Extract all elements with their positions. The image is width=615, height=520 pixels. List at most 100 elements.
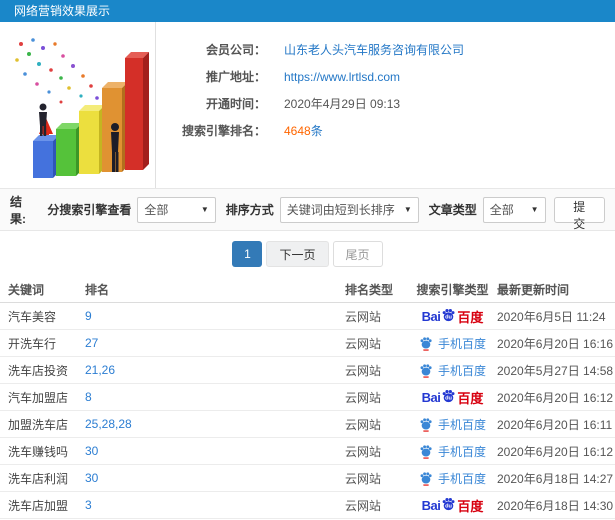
- time-cell: 2020年6月18日 14:27: [497, 471, 614, 486]
- submit-button[interactable]: 提交: [553, 196, 605, 231]
- baidu-bai-text: Bai: [421, 497, 441, 513]
- rank-type-cell: 云网站: [345, 498, 382, 513]
- baidu-mobile-label: 手机百度: [437, 336, 486, 351]
- rank-cell: 30: [85, 444, 345, 458]
- bar-chart-illustration-svg: [14, 38, 149, 178]
- keyword-cell: 汽车加盟店: [8, 390, 69, 405]
- baidu-text: 百度: [457, 498, 484, 514]
- rank-cell: 9: [85, 309, 345, 323]
- baidu-pc-logo: Bai du 百度: [422, 307, 484, 326]
- rank-cell: 8: [85, 390, 345, 404]
- last-page-button[interactable]: 尾页: [332, 241, 383, 267]
- next-page-button[interactable]: 下一页: [266, 241, 329, 267]
- engine-cell: 手机百度: [410, 470, 495, 487]
- rank-link[interactable]: 30: [85, 471, 98, 485]
- engine-rank-value: 4648条: [284, 122, 323, 139]
- table-row: 加盟洗车店 25,28,28 云网站 手机百度 2020年6月20日 16:11: [0, 411, 615, 438]
- rank-type-cell: 云网站: [345, 444, 382, 459]
- baidu-mobile-logo: 手机百度: [419, 470, 486, 487]
- baidu-mobile-paw-icon: [420, 363, 432, 378]
- svg-text:du: du: [445, 314, 452, 320]
- rank-link[interactable]: 27: [85, 336, 98, 350]
- rank-type-cell: 云网站: [345, 471, 382, 486]
- table-row: 开洗车行 27 云网站 手机百度 2020年6月20日 16:16: [0, 330, 615, 357]
- rank-type-cell: 云网站: [345, 390, 382, 405]
- header-keyword: 关键词: [8, 283, 45, 297]
- header-update-time: 最新更新时间: [497, 283, 570, 297]
- page-header: 网络营销效果展示: [0, 0, 615, 22]
- rank-link[interactable]: 30: [85, 444, 98, 458]
- baidu-mobile-logo: 手机百度: [419, 443, 486, 460]
- chevron-down-icon: ▼: [403, 205, 412, 214]
- engine-cell: 手机百度: [410, 416, 495, 433]
- header-rank-type: 排名类型: [345, 283, 394, 297]
- rank-cell: 3: [85, 498, 345, 512]
- baidu-mobile-logo: 手机百度: [419, 362, 486, 379]
- rank-cell: 25,28,28: [85, 417, 345, 431]
- keyword-cell: 洗车赚钱吗: [8, 444, 69, 459]
- open-time-value: 2020年4月29日 09:13: [284, 97, 401, 111]
- table-body: 汽车美容 9 云网站 Bai du 百度 2020年6月5日 11:24 开洗车…: [0, 303, 615, 519]
- sort-filter-label: 排序方式: [225, 203, 274, 217]
- sort-select[interactable]: 关键词由短到长排序 ▼: [279, 196, 419, 223]
- engine-rank-label: 搜索引擎排名：: [181, 124, 266, 138]
- rank-link[interactable]: 25,28,28: [85, 417, 132, 431]
- time-cell: 2020年6月5日 11:24: [497, 309, 606, 324]
- rank-unit: 条: [310, 124, 323, 138]
- info-row-engine-rank: 搜索引擎排名： 4648条: [156, 117, 615, 144]
- baidu-bai-text: Bai: [421, 308, 441, 324]
- baidu-mobile-label: 手机百度: [437, 417, 486, 432]
- keyword-cell: 洗车店加盟: [8, 498, 69, 513]
- results-table: 关键词 排名 排名类型 搜索引擎类型 最新更新时间 汽车美容 9 云网站 Bai…: [0, 277, 615, 519]
- rank-link[interactable]: 3: [85, 498, 92, 512]
- page-1-button[interactable]: 1: [232, 241, 263, 267]
- engine-select[interactable]: 全部 ▼: [137, 196, 216, 223]
- table-row: 汽车美容 9 云网站 Bai du 百度 2020年6月5日 11:24: [0, 303, 615, 330]
- table-row: 洗车店利润 30 云网站 手机百度 2020年6月18日 14:27: [0, 465, 615, 492]
- time-cell: 2020年6月20日 16:11: [497, 417, 613, 432]
- keyword-cell: 加盟洗车店: [8, 417, 69, 432]
- pagination: 1 下一页 尾页: [0, 231, 615, 277]
- time-cell: 2020年6月20日 16:12: [497, 390, 614, 405]
- baidu-paw-icon: du: [443, 389, 455, 402]
- rank-count: 4648: [284, 124, 311, 138]
- open-time-label: 开通时间：: [205, 97, 266, 111]
- baidu-mobile-paw-icon: [420, 471, 432, 486]
- promo-url-link[interactable]: https://www.lrtlsd.com: [284, 70, 400, 84]
- engine-filter-label: 分搜索引擎查看: [47, 203, 132, 217]
- company-link[interactable]: 山东老人头汽车服务咨询有限公司: [284, 41, 464, 58]
- article-type-select-value: 全部: [489, 203, 514, 217]
- baidu-mobile-paw-icon: [420, 444, 432, 459]
- rank-link[interactable]: 21,26: [85, 363, 115, 377]
- time-cell: 2020年6月18日 14:30: [497, 498, 614, 513]
- keyword-cell: 开洗车行: [8, 336, 57, 351]
- header-engine-type: 搜索引擎类型: [416, 283, 489, 297]
- engine-cell: Bai du 百度: [410, 496, 495, 515]
- article-type-select[interactable]: 全部 ▼: [482, 196, 546, 223]
- rank-type-cell: 云网站: [345, 309, 382, 324]
- svg-text:du: du: [445, 503, 452, 509]
- rank-link[interactable]: 8: [85, 390, 92, 404]
- engine-cell: 手机百度: [410, 362, 495, 379]
- engine-cell: Bai du 百度: [410, 388, 495, 407]
- info-section: 会员公司： 山东老人头汽车服务咨询有限公司 推广地址： https://www.…: [0, 22, 615, 188]
- info-row-company: 会员公司： 山东老人头汽车服务咨询有限公司: [156, 36, 615, 63]
- time-cell: 2020年6月20日 16:12: [497, 444, 614, 459]
- baidu-mobile-paw-icon: [420, 336, 432, 351]
- table-row: 洗车店投资 21,26 云网站 手机百度 2020年5月27日 14:58: [0, 357, 615, 384]
- baidu-mobile-label: 手机百度: [437, 363, 486, 378]
- rank-cell: 30: [85, 471, 345, 485]
- engine-cell: Bai du 百度: [410, 307, 495, 326]
- rank-type-cell: 云网站: [345, 363, 382, 378]
- engine-cell: 手机百度: [410, 335, 495, 352]
- info-row-url: 推广地址： https://www.lrtlsd.com: [156, 63, 615, 90]
- baidu-mobile-logo: 手机百度: [419, 416, 486, 433]
- baidu-text: 百度: [457, 390, 484, 406]
- baidu-paw-icon: du: [443, 497, 455, 510]
- member-info-panel: 会员公司： 山东老人头汽车服务咨询有限公司 推广地址： https://www.…: [155, 22, 615, 188]
- rank-link[interactable]: 9: [85, 309, 92, 323]
- rank-type-cell: 云网站: [345, 417, 382, 432]
- baidu-mobile-label: 手机百度: [437, 471, 486, 486]
- engine-select-value: 全部: [144, 203, 169, 217]
- results-label: 结果:: [10, 194, 26, 226]
